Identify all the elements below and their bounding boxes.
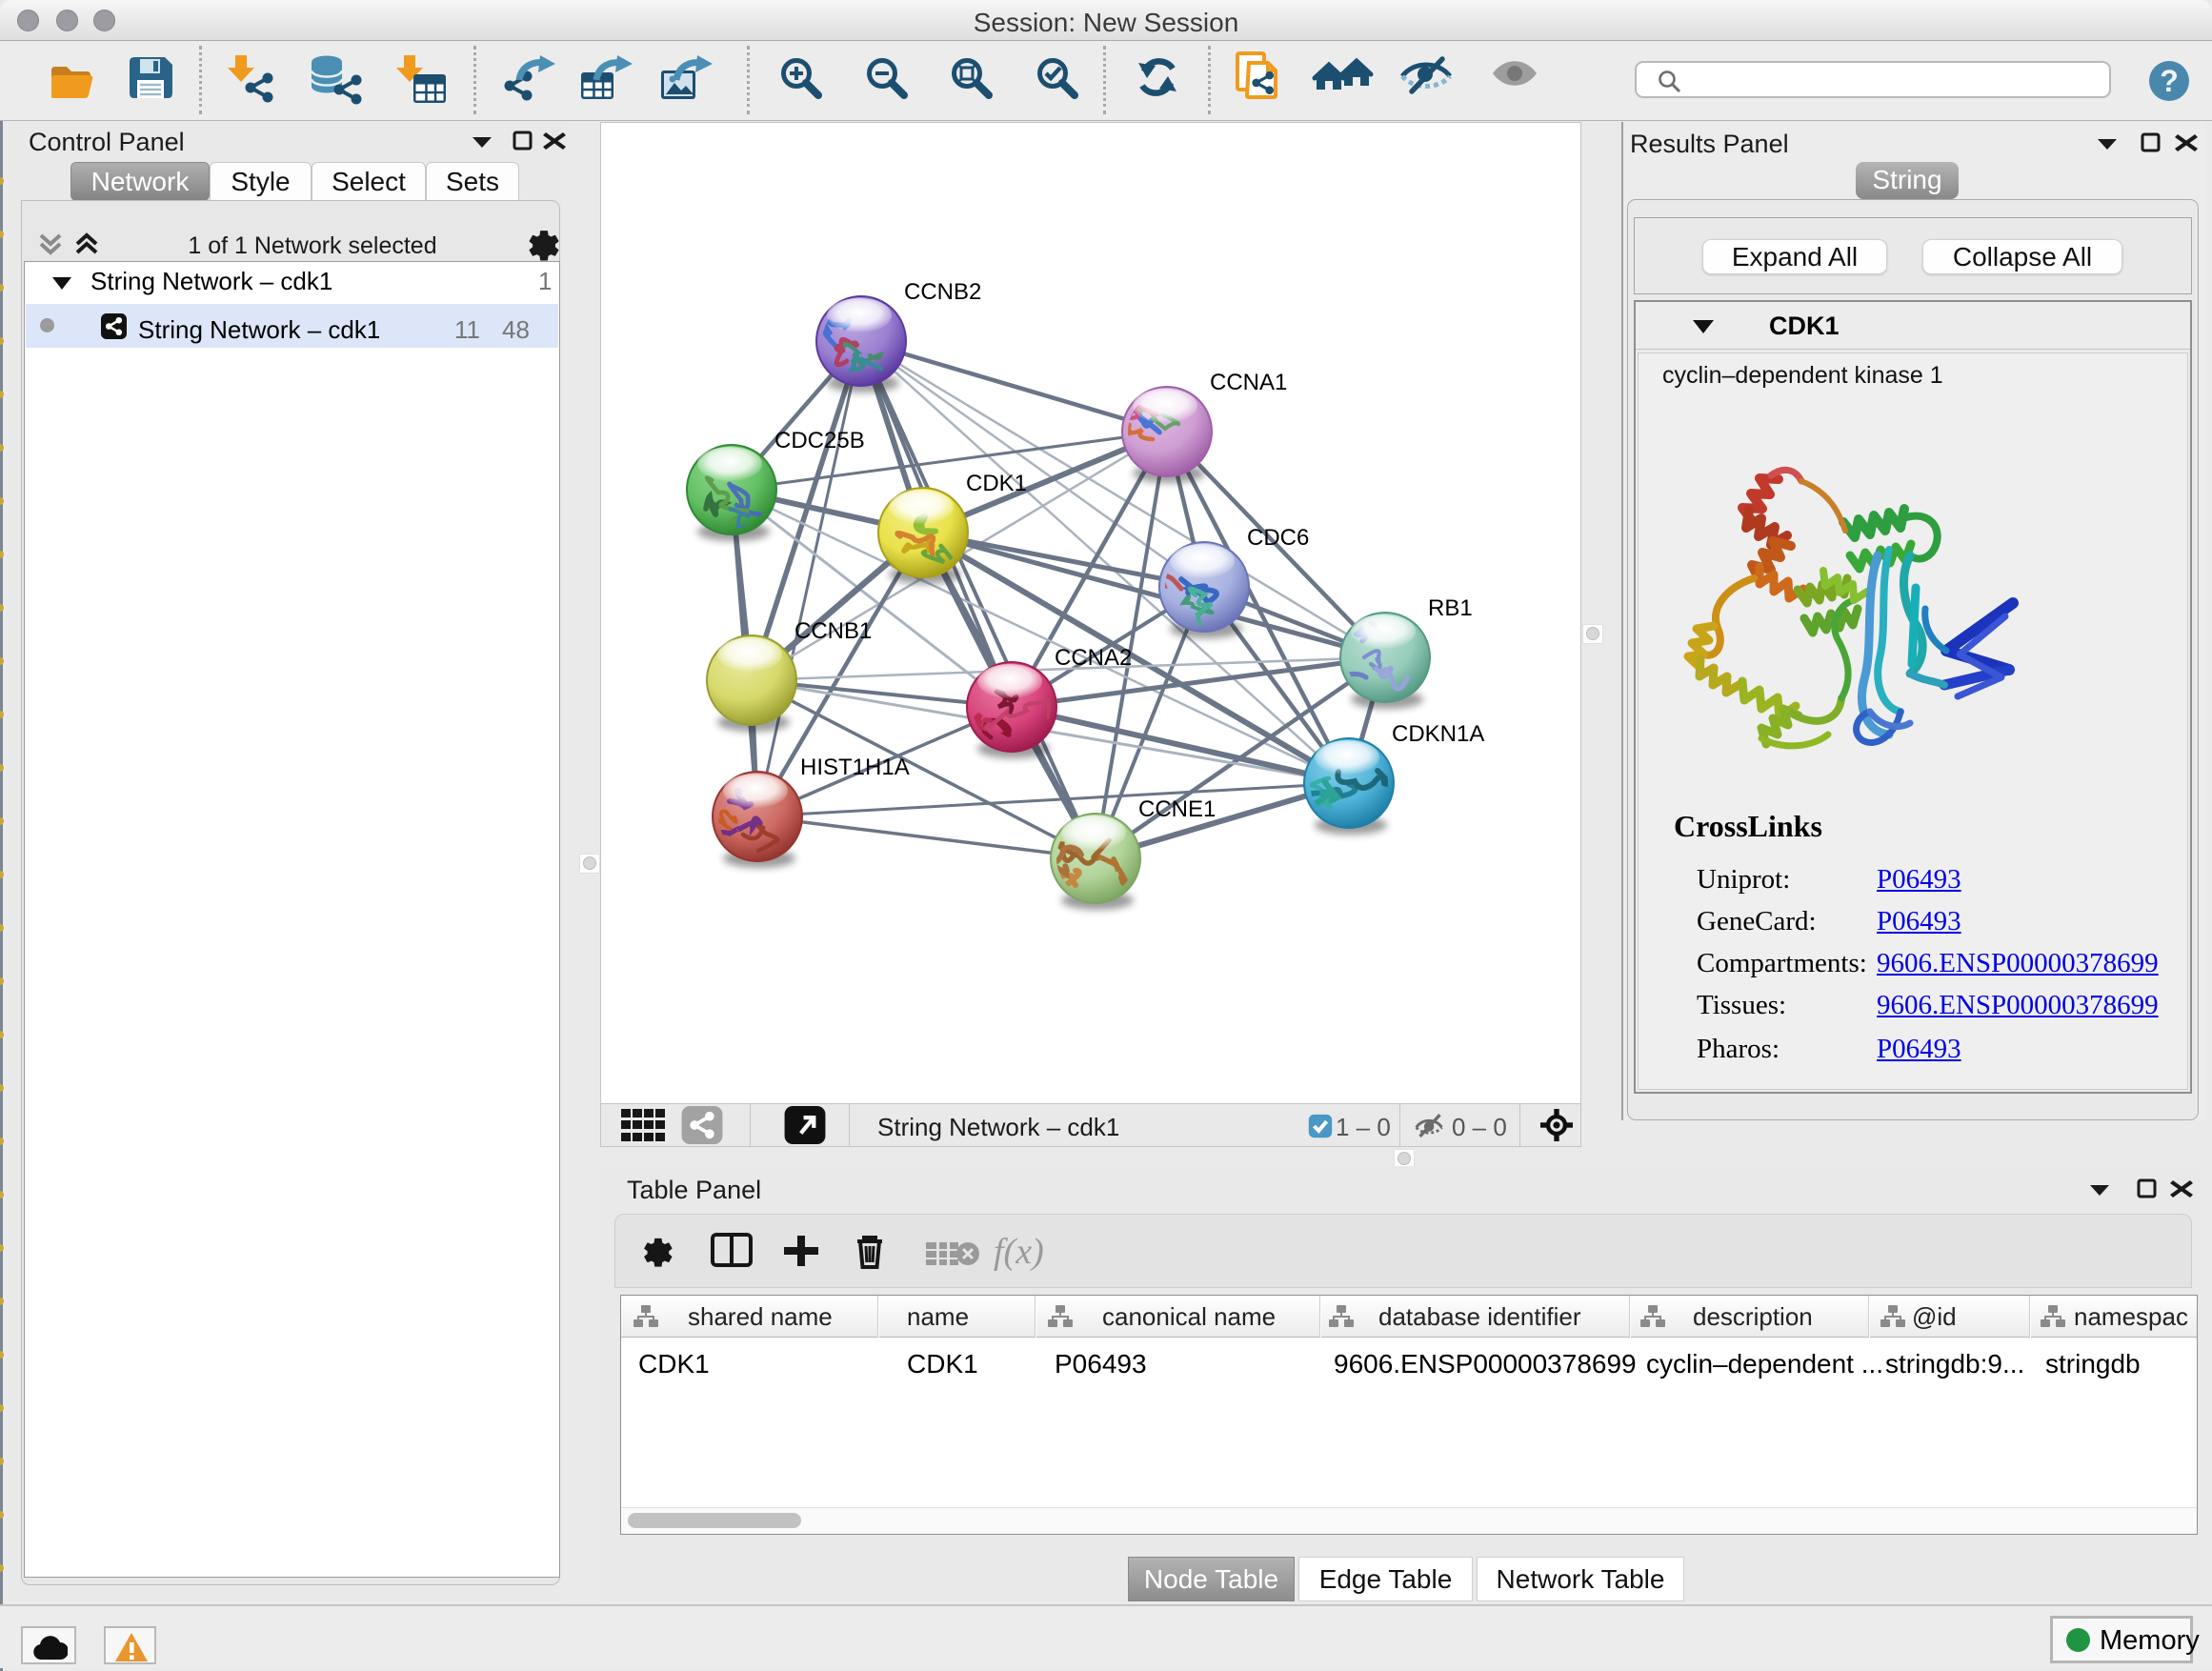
svg-text:CCNA1: CCNA1	[1210, 370, 1287, 395]
svg-text:CDC25B: CDC25B	[774, 428, 865, 453]
svg-text:HIST1H1A: HIST1H1A	[800, 755, 910, 780]
svg-text:CCNE1: CCNE1	[1138, 796, 1216, 822]
svg-text:CCNA2: CCNA2	[1055, 645, 1132, 671]
svg-text:CCNB1: CCNB1	[794, 618, 872, 644]
svg-text:CCNB2: CCNB2	[904, 279, 981, 305]
svg-text:CDC6: CDC6	[1247, 525, 1309, 551]
svg-text:RB1: RB1	[1428, 595, 1473, 621]
svg-text:CDKN1A: CDKN1A	[1392, 721, 1484, 747]
svg-text:CDK1: CDK1	[966, 471, 1027, 496]
